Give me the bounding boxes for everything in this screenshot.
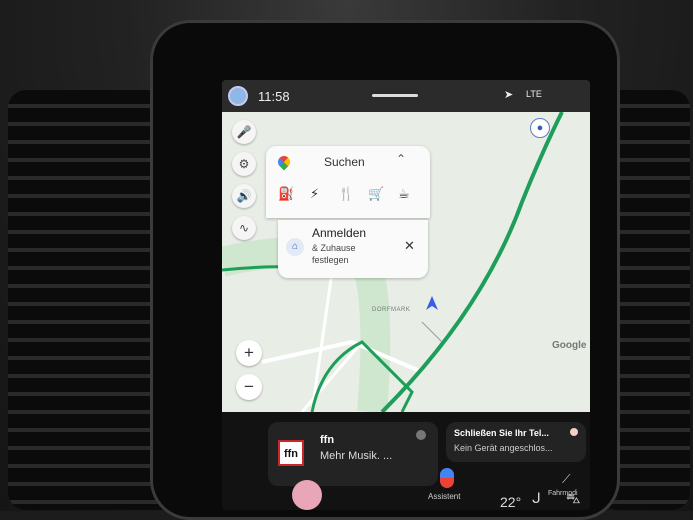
map-view[interactable]: ● DORFMARK Google 🎤 ⚙ 🔊 ∿ + − Suchen ⌃ ⛽… — [222, 112, 590, 412]
navigation-arrow-icon: ➤ — [504, 89, 514, 101]
notification-title: Schließen Sie Ihr Tel... — [454, 428, 549, 438]
chevron-up-icon[interactable]: ⌃ — [396, 152, 406, 166]
restaurant-icon[interactable]: 🍴 — [338, 186, 354, 202]
sound-button[interactable]: 🔊 — [232, 184, 256, 208]
status-time: 11:58 — [258, 89, 290, 104]
account-avatar[interactable] — [228, 86, 248, 106]
coffee-icon[interactable]: ☕ — [398, 186, 410, 202]
media-card[interactable]: ffn ffn Mehr Musik. ... — [268, 422, 438, 486]
status-bar: 11:58 ➤ LTE — [222, 80, 590, 112]
notification-card[interactable]: Schließen Sie Ihr Tel... Kein Gerät ange… — [446, 422, 586, 462]
signin-card[interactable]: ⌂ Anmelden & Zuhause festlegen ✕ — [278, 220, 428, 278]
home-icon: ⌂ — [286, 238, 304, 256]
media-subtitle: Mehr Musik. ... — [320, 450, 393, 462]
notification-subtitle: Kein Gerät angeschlos... — [454, 443, 553, 453]
charging-icon[interactable]: ⚡ — [310, 186, 319, 202]
zoom-out-button[interactable]: − — [236, 374, 262, 400]
drag-handle[interactable] — [372, 94, 418, 97]
map-account-icon[interactable]: ● — [530, 118, 550, 138]
media-options-icon[interactable] — [416, 430, 426, 440]
network-label: LTE — [526, 89, 542, 99]
search-card: Suchen ⌃ ⛽ ⚡ 🍴 🛒 ☕ — [266, 146, 430, 218]
settings-button[interactable]: ⚙ — [232, 152, 256, 176]
place-label: DORFMARK — [372, 307, 411, 313]
google-logo: Google — [552, 340, 587, 351]
signin-subtitle: & Zuhause festlegen — [312, 243, 356, 265]
close-icon[interactable]: ✕ — [404, 238, 415, 254]
shopping-cart-icon[interactable]: 🛒 — [368, 186, 384, 202]
ffn-logo: ffn — [278, 440, 304, 466]
temperature-readout: 22° — [500, 494, 522, 510]
current-location-icon — [426, 296, 438, 310]
search-button[interactable]: Suchen — [324, 155, 365, 169]
notification-dot — [570, 428, 578, 436]
app-launcher-button[interactable] — [292, 480, 322, 510]
maps-pin-icon — [275, 153, 293, 171]
signin-title: Anmelden — [312, 226, 367, 240]
media-station: ffn — [320, 434, 335, 446]
infotainment-screen: 11:58 ➤ LTE ● DORFMARK Google 🎤 ⚙ 🔊 ∿ + … — [222, 80, 590, 510]
seat-heat-icon[interactable]: ᒍ — [532, 490, 541, 507]
zoom-in-button[interactable]: + — [236, 340, 262, 366]
assistant-mic-icon[interactable] — [440, 468, 454, 488]
assistant-label: Assistent — [428, 492, 461, 501]
car-icon[interactable]: ⛍ — [566, 490, 580, 509]
voice-search-button[interactable]: 🎤 — [232, 120, 256, 144]
gas-station-icon[interactable]: ⛽ — [278, 186, 294, 202]
drive-mode-icon[interactable]: ⟋ — [562, 472, 570, 487]
route-button[interactable]: ∿ — [232, 216, 256, 240]
